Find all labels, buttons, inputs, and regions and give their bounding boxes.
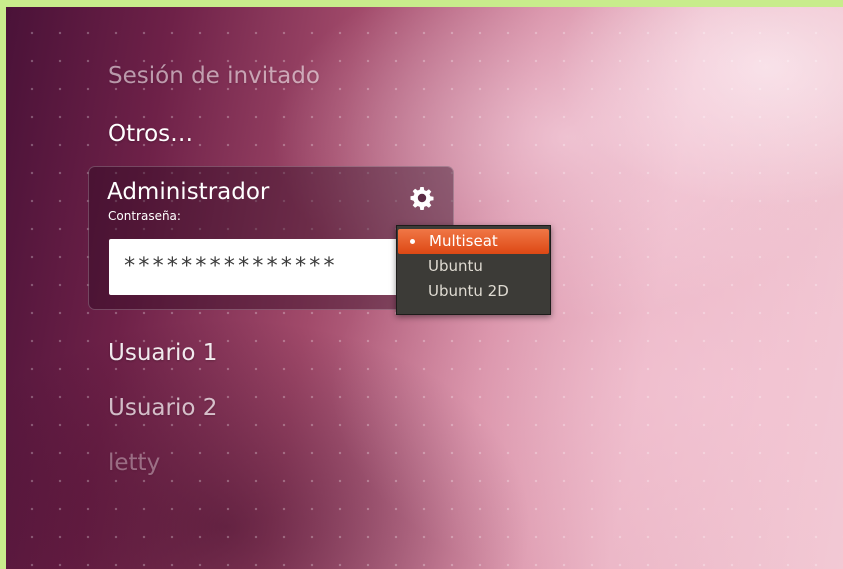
session-item-ubuntu[interactable]: Ubuntu xyxy=(397,254,550,279)
session-item-label: Ubuntu xyxy=(428,257,483,275)
session-item-label: Ubuntu 2D xyxy=(428,282,509,300)
session-item-ubuntu-2d[interactable]: Ubuntu 2D xyxy=(397,279,550,304)
user-entry-usuario-1[interactable]: Usuario 1 xyxy=(108,340,217,366)
user-entry-usuario-2[interactable]: Usuario 2 xyxy=(108,395,217,421)
session-item-multiseat[interactable]: Multiseat xyxy=(398,229,549,254)
login-screen: Sesión de invitado Otros… Administrador … xyxy=(6,7,843,569)
user-entry-guest-session[interactable]: Sesión de invitado xyxy=(108,63,320,89)
session-dropdown-menu: Multiseat Ubuntu Ubuntu 2D xyxy=(396,225,551,315)
password-input[interactable]: *************** xyxy=(109,239,399,295)
gear-icon[interactable] xyxy=(410,186,434,210)
selected-username[interactable]: Administrador xyxy=(107,179,269,205)
session-item-label: Multiseat xyxy=(429,232,498,250)
user-entry-others[interactable]: Otros… xyxy=(108,121,193,147)
user-entry-letty[interactable]: letty xyxy=(108,450,160,476)
password-label: Contraseña: xyxy=(108,209,181,223)
radio-bullet-icon xyxy=(410,239,415,244)
